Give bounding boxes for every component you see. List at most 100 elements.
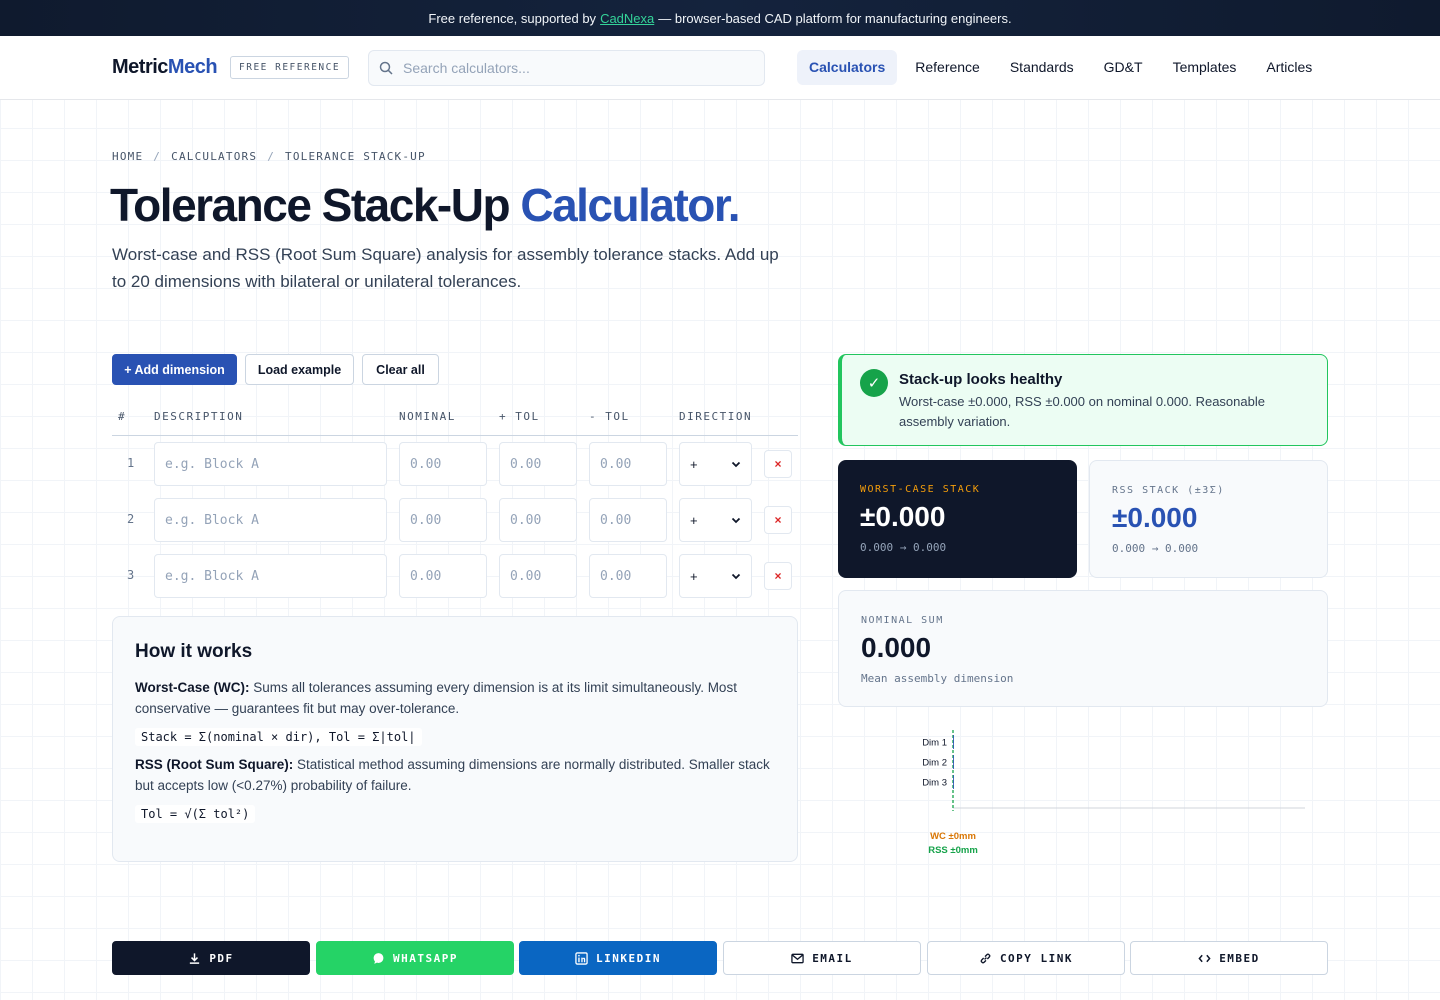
nominal-input[interactable] (399, 498, 487, 542)
load-example-button[interactable]: Load example (245, 354, 354, 385)
linkedin-button[interactable]: LINKEDIN (519, 941, 717, 975)
pdf-button[interactable]: PDF (112, 941, 310, 975)
direction-select[interactable]: + (679, 554, 752, 598)
whatsapp-icon (373, 952, 384, 964)
search-icon (379, 61, 393, 75)
breadcrumb-separator: / (153, 150, 162, 163)
nav-gdt[interactable]: GD&T (1092, 50, 1155, 85)
status-title: Stack-up looks healthy (899, 371, 1063, 388)
rss-label: RSS (Root Sum Square): (135, 757, 294, 772)
embed-button[interactable]: EMBED (1130, 941, 1328, 975)
nav-templates[interactable]: Templates (1161, 50, 1249, 85)
nominal-sum-subtitle: Mean assembly dimension (861, 672, 1014, 685)
description-input[interactable] (154, 554, 387, 598)
plus-tol-input[interactable] (499, 498, 577, 542)
table-header-divider (112, 435, 798, 436)
chart-bar (953, 735, 954, 749)
minus-tol-input[interactable] (589, 442, 667, 486)
chart-annotation: RSS ±0mm (928, 845, 978, 856)
delete-row-button[interactable]: × (764, 450, 792, 478)
how-it-works-title: How it works (135, 641, 253, 662)
chart-category-label: Dim 3 (922, 778, 947, 789)
logo-part-2: Mech (167, 56, 218, 78)
pdf-label: PDF (209, 951, 234, 965)
col-header-number: # (118, 410, 127, 423)
breadcrumb-current: TOLERANCE STACK-UP (285, 150, 426, 163)
rss-stack-value: ±0.000 (1112, 502, 1198, 533)
rss-card: RSS STACK (±3Σ) ±0.000 0.000 → 0.000 (1089, 460, 1328, 578)
row-number: 2 (127, 512, 135, 526)
how-it-works-panel: How it works Worst-Case (WC): Sums all t… (112, 616, 798, 862)
nav-reference[interactable]: Reference (903, 50, 992, 85)
worst-case-range: 0.000 → 0.000 (860, 541, 947, 554)
mail-icon (791, 953, 804, 963)
linkedin-icon (575, 951, 588, 965)
stack-chart: Dim 1 Dim 2 Dim 3 WC ±0mm RSS ±0mm (922, 730, 1305, 856)
col-header-minus-tol: - TOL (589, 410, 630, 423)
delete-row-button[interactable]: × (764, 506, 792, 534)
clear-all-button[interactable]: Clear all (362, 354, 439, 385)
description-input[interactable] (154, 442, 387, 486)
search-box[interactable] (368, 50, 765, 86)
description-input[interactable] (154, 498, 387, 542)
plus-tol-input[interactable] (499, 442, 577, 486)
col-header-nominal: NOMINAL (399, 410, 456, 423)
nominal-input[interactable] (399, 442, 487, 486)
direction-value: + (690, 512, 698, 528)
delete-row-button[interactable]: × (764, 562, 792, 590)
status-card: ✓ Stack-up looks healthy Worst-case ±0.0… (838, 354, 1328, 446)
direction-select[interactable]: + (679, 498, 752, 542)
banner-suffix: — browser-based CAD platform for manufac… (658, 10, 1012, 26)
linkedin-label: LINKEDIN (596, 951, 661, 965)
nav-calculators[interactable]: Calculators (797, 50, 898, 85)
chart-annotation: WC ±0mm (930, 831, 976, 842)
nav-standards[interactable]: Standards (998, 50, 1086, 85)
rss-stack-label: RSS STACK (±3Σ) (1112, 485, 1225, 496)
col-header-description: DESCRIPTION (154, 410, 244, 423)
check-icon: ✓ (860, 369, 888, 397)
worst-case-label: Worst-Case (WC): (135, 680, 250, 695)
breadcrumb-calculators[interactable]: CALCULATORS (171, 150, 257, 163)
page-title: Tolerance Stack-Up Calculator. (110, 178, 741, 232)
whatsapp-button[interactable]: WHATSAPP (316, 941, 514, 975)
minus-tol-input[interactable] (589, 554, 667, 598)
status-message: Worst-case ±0.000, RSS ±0.000 on nominal… (899, 394, 1265, 429)
row-number: 1 (127, 456, 135, 470)
free-reference-badge: FREE REFERENCE (230, 56, 350, 79)
chevron-down-icon (731, 517, 741, 524)
chart-category-label: Dim 1 (922, 738, 947, 749)
breadcrumb-separator: / (267, 150, 276, 163)
breadcrumb: HOME / CALCULATORS / TOLERANCE STACK-UP (112, 150, 426, 163)
nominal-input[interactable] (399, 554, 487, 598)
minus-tol-input[interactable] (589, 498, 667, 542)
chevron-down-icon (731, 461, 741, 468)
chart-bar (953, 775, 954, 789)
sponsor-banner: Free reference, supported by CadNexa — b… (0, 0, 1440, 36)
banner-prefix: Free reference, supported by (428, 10, 597, 26)
col-header-plus-tol: + TOL (499, 410, 540, 423)
breadcrumb-home[interactable]: HOME (112, 150, 143, 163)
email-button[interactable]: EMAIL (723, 941, 921, 975)
rss-formula: Tol = √(Σ tol²) (135, 805, 256, 823)
download-icon (190, 952, 200, 964)
worst-case-explanation: Worst-Case (WC): Sums all tolerances ass… (135, 677, 775, 719)
plus-tol-input[interactable] (499, 554, 577, 598)
worst-case-formula: Stack = Σ(nominal × dir), Tol = Σ|tol| (135, 728, 422, 746)
page-title-highlight: Calculator. (520, 179, 740, 231)
chevron-down-icon (731, 573, 741, 580)
logo-part-1: Metric (112, 56, 168, 78)
direction-select[interactable]: + (679, 442, 752, 486)
main-nav: Calculators Reference Standards GD&T Tem… (797, 50, 1330, 85)
banner-sponsor-link[interactable]: CadNexa (600, 11, 654, 26)
page-description: Worst-case and RSS (Root Sum Square) ana… (112, 245, 779, 291)
email-label: EMAIL (812, 951, 853, 965)
search-input[interactable] (403, 60, 743, 76)
add-dimension-button[interactable]: + Add dimension (112, 354, 237, 385)
site-header: MetricMech FREE REFERENCE Calculators Re… (0, 36, 1440, 100)
page-title-main: Tolerance Stack-Up (110, 179, 511, 231)
site-logo[interactable]: MetricMech (112, 56, 218, 79)
nominal-sum-card: NOMINAL SUM 0.000 Mean assembly dimensio… (838, 590, 1328, 707)
nav-articles[interactable]: Articles (1254, 50, 1324, 85)
copy-link-button[interactable]: COPY LINK (927, 941, 1125, 975)
whatsapp-label: WHATSAPP (393, 951, 458, 965)
